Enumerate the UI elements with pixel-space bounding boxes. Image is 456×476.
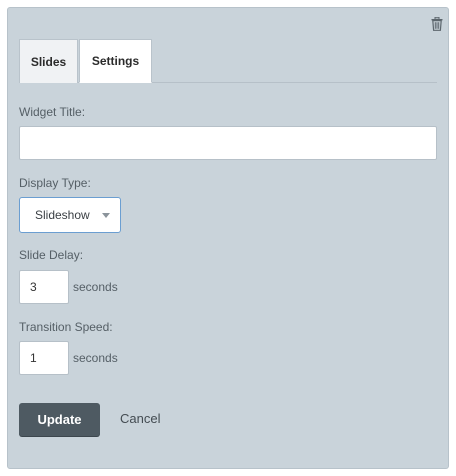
- display-type-value: Slideshow: [35, 208, 90, 222]
- display-type-label: Display Type:: [19, 176, 91, 190]
- display-type-select[interactable]: Slideshow: [19, 197, 121, 233]
- trash-icon[interactable]: [431, 17, 443, 31]
- tab-slides[interactable]: Slides: [19, 39, 78, 83]
- slide-delay-label: Slide Delay:: [19, 248, 84, 262]
- tab-settings[interactable]: Settings: [79, 39, 152, 83]
- transition-speed-unit: seconds: [73, 351, 118, 365]
- transition-speed-label: Transition Speed:: [19, 320, 113, 334]
- widget-settings-panel: Slides Settings Widget Title: Display Ty…: [7, 7, 449, 469]
- update-button[interactable]: Update: [19, 403, 100, 436]
- slide-delay-unit: seconds: [73, 280, 118, 294]
- tab-slides-label: Slides: [30, 54, 67, 69]
- caret-down-icon: [102, 213, 110, 218]
- widget-title-label: Widget Title:: [19, 105, 86, 119]
- tab-bar: Slides Settings: [19, 39, 437, 83]
- transition-speed-input[interactable]: [19, 341, 69, 375]
- tab-settings-label: Settings: [91, 54, 140, 68]
- cancel-link[interactable]: Cancel: [120, 411, 160, 426]
- slide-delay-input[interactable]: [19, 270, 69, 304]
- widget-title-input[interactable]: [19, 126, 437, 160]
